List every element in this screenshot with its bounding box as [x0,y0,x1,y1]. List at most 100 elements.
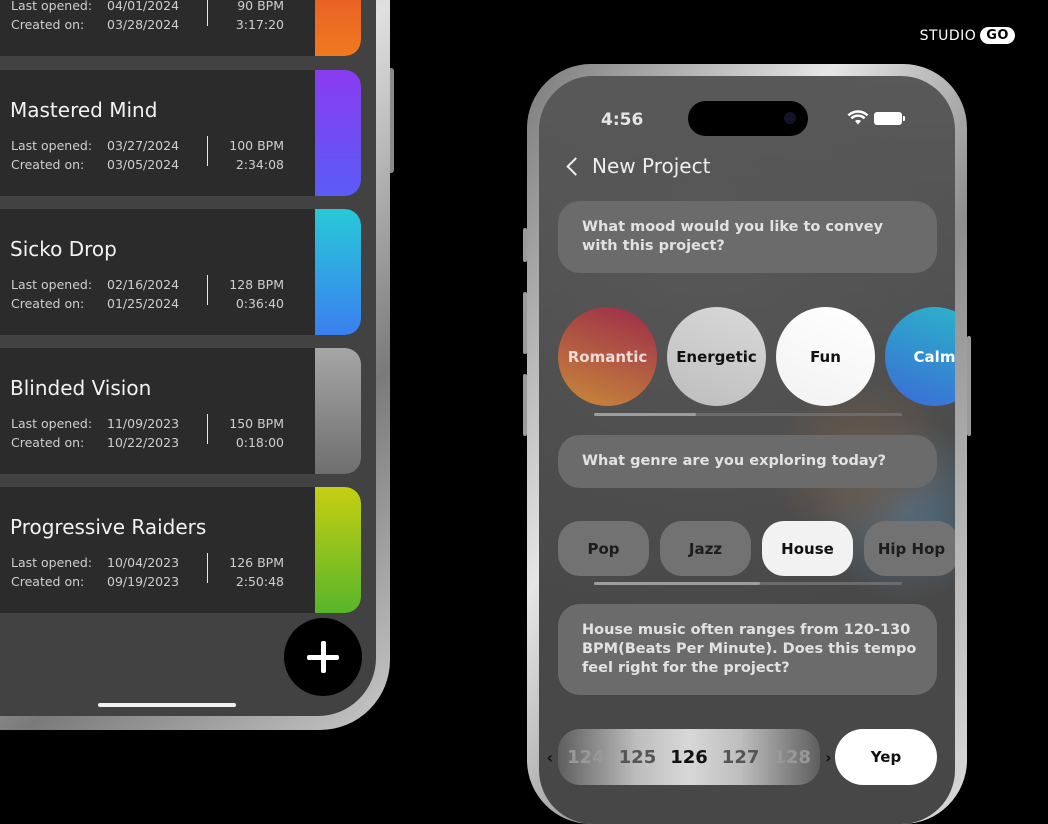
confirm-label: Yep [870,748,902,766]
project-bpm: 128 BPM [229,277,284,292]
created-row: Created on: 01/25/2024 [11,296,179,311]
last-opened-date: 10/04/2023 [107,555,180,570]
meta-divider [207,136,208,166]
created-row: Created on: 03/05/2024 [11,157,179,172]
battery-icon [874,112,905,125]
genre-scroll-thumb[interactable] [594,582,761,585]
bpm-value[interactable]: 124 [567,747,605,768]
chevron-left-icon[interactable]: ‹ [546,748,553,767]
confirm-button[interactable]: Yep [835,729,937,785]
last-opened-row: Last opened: 10/04/2023 [11,555,179,570]
created-row: Created on: 03/28/2024 [11,17,179,32]
action-button [523,228,527,262]
new-project-screen: 4:56 New Project What mood would you lik… [539,76,955,824]
last-opened-label: Last opened: [11,0,93,13]
genre-scrollbar[interactable] [594,582,902,585]
created-date: 09/19/2023 [107,574,180,589]
project-title: Progressive Raiders [10,515,207,539]
genre-selector: Pop Jazz House Hip Hop [558,521,955,576]
created-label: Created on: [11,574,85,589]
project-color-strip [315,487,361,613]
project-title: Mastered Mind [10,98,158,122]
genre-option-hip-hop[interactable]: Hip Hop [864,521,955,576]
mood-option-romantic[interactable]: Romantic [558,307,657,406]
created-date: 01/25/2024 [107,296,180,311]
volume-up-button [523,292,527,354]
last-opened-date: 03/27/2024 [107,138,180,153]
mood-scroll-thumb[interactable] [594,413,696,416]
volume-down-button [523,374,527,436]
project-bpm: 126 BPM [229,555,284,570]
created-row: Created on: 09/19/2023 [11,574,179,589]
created-date: 03/05/2024 [107,157,180,172]
created-label: Created on: [11,435,85,450]
created-date: 03/28/2024 [107,17,180,32]
genre-label: House [781,539,834,558]
last-opened-date: 02/16/2024 [107,277,180,292]
project-duration: 2:34:08 [235,157,284,172]
project-title: Blinded Vision [10,376,152,400]
mood-label: Energetic [676,347,757,366]
last-opened-label: Last opened: [11,416,93,431]
project-color-strip [315,70,361,196]
nav-title: New Project [592,154,711,178]
bpm-value[interactable]: 127 [722,747,760,768]
genre-question: What genre are you exploring today? [582,453,887,469]
genre-option-pop[interactable]: Pop [558,521,649,576]
add-project-button[interactable] [284,618,362,696]
meta-divider [207,0,208,26]
mood-scrollbar[interactable] [594,413,902,416]
project-bpm: 100 BPM [229,138,284,153]
genre-option-jazz[interactable]: Jazz [660,521,751,576]
project-card[interactable]: Sicko Drop Last opened: 02/16/2024 Created … [0,209,361,335]
brand-name: STUDIO [919,27,977,44]
camera-icon [784,112,796,124]
side-button [967,336,971,436]
genre-option-house[interactable]: House [762,521,853,576]
home-indicator[interactable] [98,703,236,707]
last-opened-date: 04/01/2024 [107,0,180,13]
project-card[interactable]: Last opened: 04/01/2024 Created on: 03/28/2… [0,0,361,56]
created-row: Created on: 10/22/2023 [11,435,179,450]
project-card[interactable]: Mastered Mind Last opened: 03/27/2024 Creat… [0,70,361,196]
bpm-value[interactable]: 128 [773,747,811,768]
last-opened-row: Last opened: 04/01/2024 [11,0,179,13]
created-label: Created on: [11,17,85,32]
last-opened-label: Last opened: [11,138,93,153]
genre-label: Hip Hop [877,539,946,558]
back-button[interactable]: New Project [566,154,711,178]
meta-divider [207,553,208,583]
bpm-value[interactable]: 125 [619,747,657,768]
project-card[interactable]: Progressive Raiders Last opened: 10/04/202… [0,487,361,613]
dynamic-island [688,101,808,136]
mood-option-fun[interactable]: Fun [776,307,875,406]
last-opened-row: Last opened: 03/27/2024 [11,138,179,153]
bpm-value[interactable]: 126 [670,747,708,768]
last-opened-date: 11/09/2023 [107,416,180,431]
genre-label: Jazz [688,539,723,558]
last-opened-label: Last opened: [11,555,93,570]
tempo-message-bubble: House music often ranges from 120-130 BP… [558,604,937,695]
mood-label: Fun [810,347,841,366]
meta-divider [207,275,208,305]
right-phone-frame: 4:56 New Project What mood would you lik… [523,64,971,824]
mood-question-bubble: What mood would you like to convey with … [558,201,937,273]
left-phone-frame: Last opened: 04/01/2024 Created on: 03/28/2… [0,0,394,730]
meta-divider [207,414,208,444]
mood-option-calm[interactable]: Calm [885,307,955,406]
brand-badge: GO [980,27,1015,44]
tempo-message: House music often ranges from 120-130 BP… [582,622,917,676]
mood-selector: Romantic Energetic Fun Calm [558,307,955,407]
last-opened-label: Last opened: [11,277,93,292]
bpm-picker[interactable]: ‹ 124 125 126 127 128 › [546,729,832,785]
created-date: 10/22/2023 [107,435,180,450]
mood-label: Calm [913,347,955,366]
mood-option-energetic[interactable]: Energetic [667,307,766,406]
chevron-left-icon [566,156,585,176]
chevron-right-icon[interactable]: › [825,748,832,767]
brand-logo: STUDIO GO [920,27,1015,44]
project-card[interactable]: Blinded Vision Last opened: 11/09/2023 Crea… [0,348,361,474]
project-color-strip [315,209,361,335]
project-duration: 2:50:48 [235,574,284,589]
mood-question: What mood would you like to convey with … [582,219,884,254]
